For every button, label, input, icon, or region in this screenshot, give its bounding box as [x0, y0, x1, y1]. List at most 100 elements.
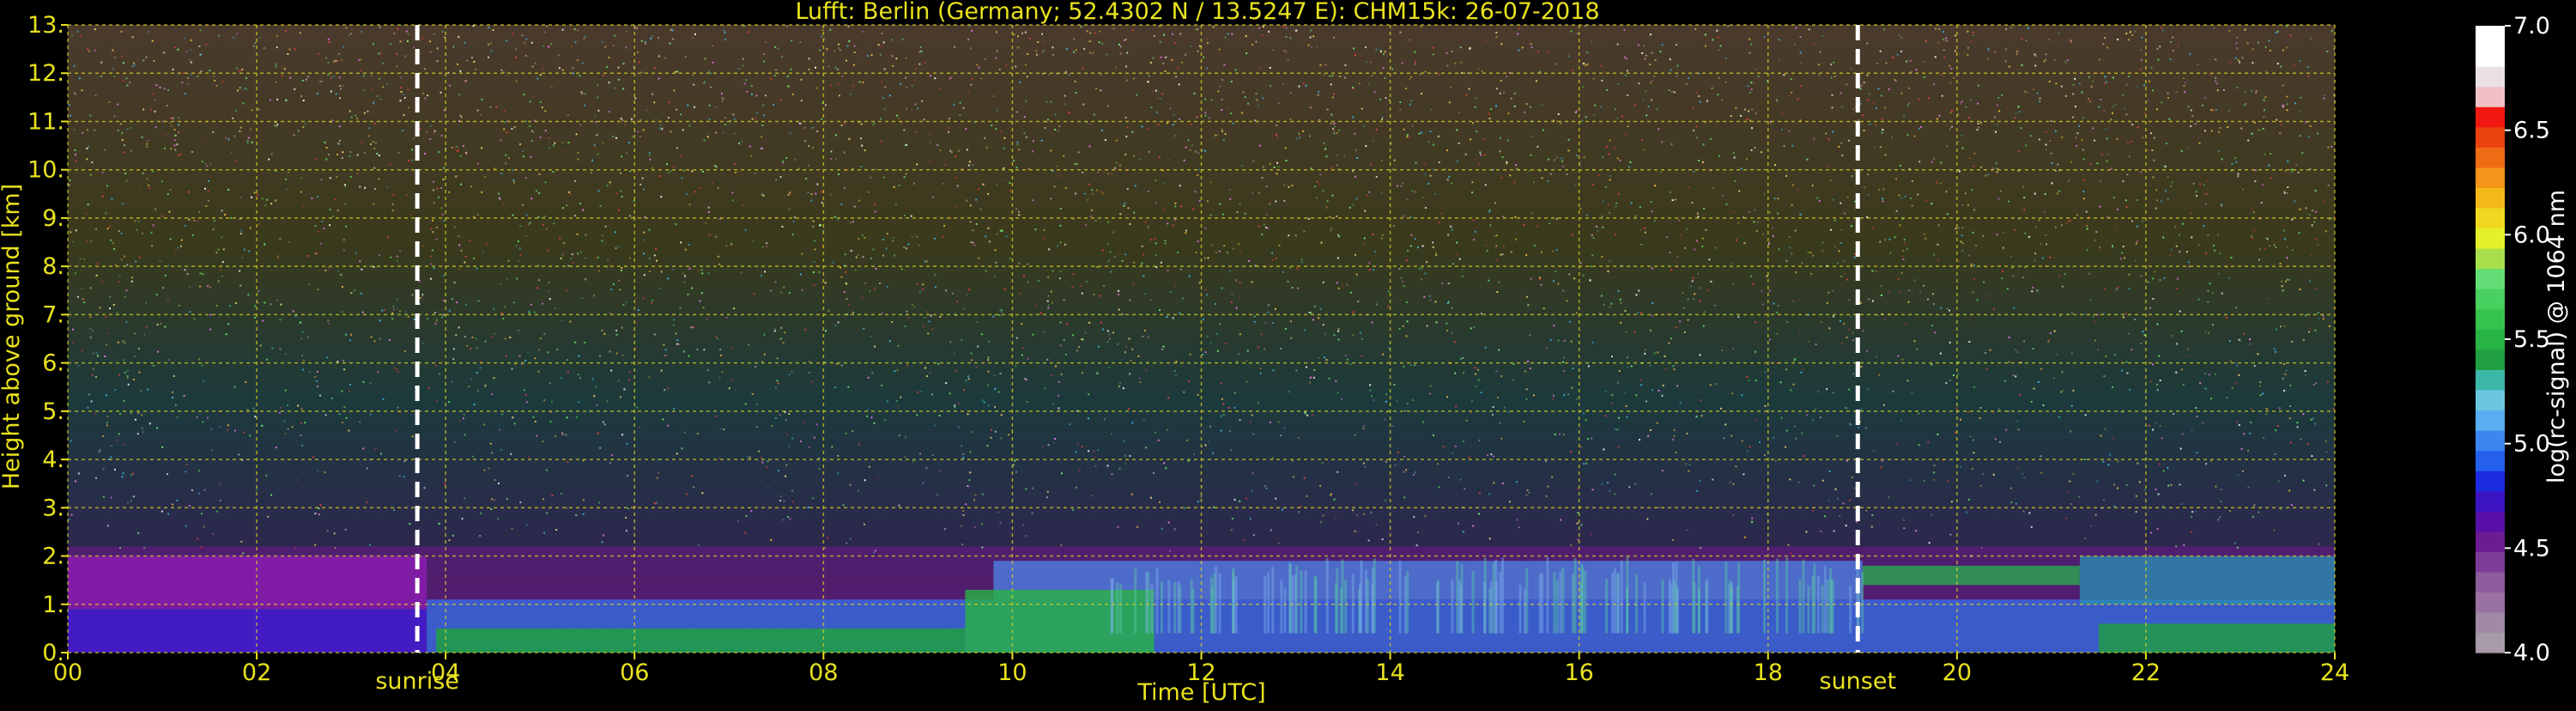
noise-speck	[230, 151, 233, 154]
noise-speck	[615, 137, 617, 139]
noise-speck	[1164, 242, 1167, 245]
noise-speck	[1733, 156, 1736, 159]
noise-speck	[2048, 81, 2051, 82]
noise-speck	[1774, 459, 1777, 462]
noise-speck	[548, 46, 550, 48]
noise-speck	[1370, 511, 1373, 514]
noise-speck	[164, 325, 167, 328]
noise-speck	[2202, 104, 2204, 106]
noise-speck	[1246, 380, 1248, 383]
noise-speck	[2081, 138, 2083, 141]
noise-speck	[1034, 304, 1037, 307]
noise-speck	[1128, 337, 1130, 340]
noise-speck	[2050, 120, 2052, 123]
noise-speck	[2235, 307, 2238, 309]
noise-speck	[118, 275, 121, 277]
noise-speck	[1537, 145, 1539, 148]
noise-speck	[1325, 206, 1328, 209]
noise-speck	[572, 72, 574, 75]
noise-speck	[2306, 66, 2309, 68]
noise-speck	[1700, 415, 1703, 417]
noise-speck	[1985, 352, 1987, 355]
noise-speck	[1686, 529, 1688, 532]
noise-speck	[2210, 130, 2213, 132]
noise-speck	[2221, 292, 2223, 295]
noise-speck	[2218, 272, 2221, 275]
noise-speck	[1072, 273, 1075, 276]
noise-speck	[845, 270, 847, 273]
noise-speck	[1811, 185, 1814, 187]
noise-speck	[1778, 58, 1780, 61]
noise-speck	[843, 291, 846, 293]
noise-speck	[660, 369, 663, 372]
noise-speck	[988, 340, 991, 343]
noise-speck	[621, 354, 624, 356]
noise-speck	[1986, 58, 1989, 60]
noise-speck	[891, 55, 894, 58]
noise-speck	[624, 124, 627, 126]
noise-speck	[2124, 257, 2126, 259]
noise-speck	[531, 95, 534, 98]
noise-speck	[362, 89, 365, 92]
noise-speck	[336, 270, 339, 272]
noise-speck	[105, 212, 107, 215]
noise-speck	[247, 250, 250, 252]
noise-speck	[1645, 54, 1647, 57]
noise-speck	[1834, 246, 1836, 248]
noise-speck	[1097, 448, 1100, 451]
noise-speck	[1996, 104, 1998, 106]
noise-speck	[1424, 272, 1427, 275]
noise-speck	[972, 164, 974, 167]
noise-speck	[2215, 76, 2217, 79]
noise-speck	[766, 466, 768, 469]
noise-speck	[2078, 82, 2081, 85]
noise-speck	[548, 282, 550, 283]
noise-speck	[444, 36, 446, 39]
noise-speck	[190, 61, 192, 64]
noise-speck	[174, 404, 177, 406]
noise-speck	[1047, 444, 1050, 447]
noise-speck	[1821, 320, 1823, 323]
noise-speck	[791, 370, 793, 373]
noise-speck	[763, 333, 766, 336]
noise-speck	[816, 130, 818, 132]
noise-speck	[2131, 349, 2133, 351]
noise-speck	[1625, 331, 1627, 333]
noise-speck	[161, 215, 164, 217]
noise-speck	[1670, 143, 1673, 145]
noise-speck	[1129, 222, 1131, 225]
noise-speck	[1788, 130, 1791, 132]
noise-speck	[1429, 130, 1432, 132]
noise-speck	[1333, 130, 1336, 132]
noise-speck	[1009, 182, 1011, 185]
noise-speck	[191, 234, 194, 236]
noise-speck	[1178, 83, 1180, 86]
noise-speck	[1723, 437, 1725, 440]
noise-speck	[714, 235, 717, 238]
noise-speck	[2310, 418, 2312, 421]
noise-speck	[911, 235, 913, 238]
noise-speck	[1462, 440, 1464, 442]
noise-speck	[595, 257, 597, 259]
noise-speck	[891, 321, 893, 323]
noise-speck	[955, 155, 957, 158]
noise-speck	[1983, 281, 1985, 283]
noise-speck	[124, 342, 126, 344]
noise-speck	[1614, 493, 1616, 495]
noise-speck	[714, 106, 717, 108]
noise-speck	[1447, 234, 1450, 236]
noise-speck	[442, 274, 445, 276]
noise-speck	[1778, 248, 1780, 251]
noise-speck	[1406, 320, 1409, 323]
noise-speck	[1763, 36, 1766, 38]
noise-speck	[1800, 62, 1803, 64]
noise-speck	[1474, 373, 1476, 375]
noise-speck	[339, 85, 342, 87]
noise-speck	[1597, 229, 1599, 232]
noise-speck	[1167, 159, 1170, 161]
noise-speck	[367, 110, 369, 112]
noise-speck	[1688, 186, 1690, 188]
noise-speck	[1586, 438, 1589, 440]
noise-speck	[1344, 355, 1347, 357]
noise-speck	[2155, 422, 2157, 424]
